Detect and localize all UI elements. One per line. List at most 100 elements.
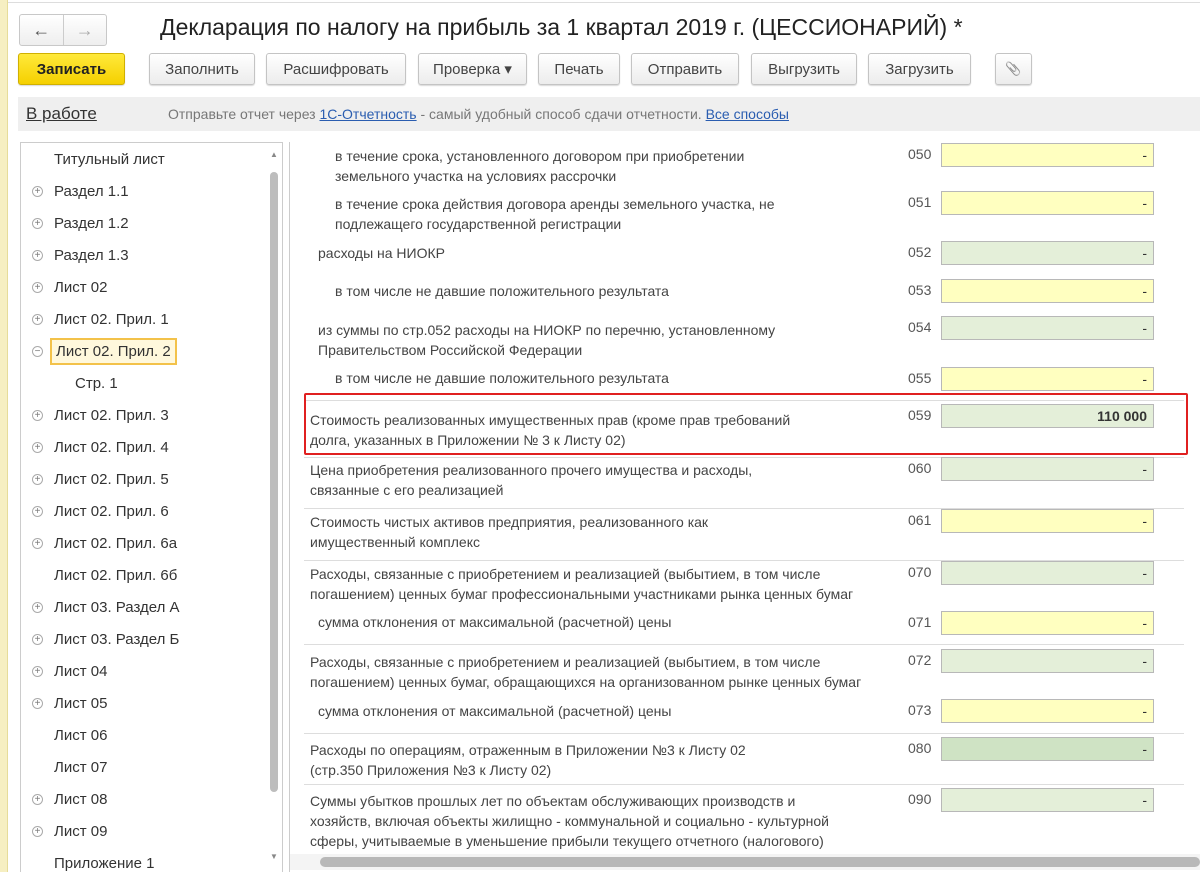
tree-item-label: Лист 04 <box>54 662 108 680</box>
value-field-054[interactable]: - <box>941 316 1154 340</box>
line-code: 052 <box>908 244 932 260</box>
row-label: сумма отклонения от максимальной (расчет… <box>318 703 672 719</box>
save-button[interactable]: Записать <box>18 53 125 85</box>
line-code: 054 <box>908 319 932 335</box>
expand-icon[interactable]: + <box>32 537 43 549</box>
tree-item-label: Раздел 1.3 <box>54 246 129 264</box>
value-field-051[interactable]: - <box>941 191 1154 215</box>
row-label: в течение срока, установленного договоро… <box>335 148 745 184</box>
send-button[interactable]: Отправить <box>631 53 739 85</box>
tree-item-label: Лист 02. Прил. 2 <box>50 337 177 365</box>
line-code: 060 <box>908 460 932 476</box>
value-field-071[interactable]: - <box>941 611 1154 635</box>
value-field-053[interactable]: - <box>941 279 1154 303</box>
line-code: 050 <box>908 146 932 162</box>
window-top-border <box>0 0 1200 3</box>
value-field-090[interactable]: - <box>941 788 1154 812</box>
tree-item-label: Лист 05 <box>54 694 108 712</box>
tree-item-label: Лист 02. Прил. 5 <box>54 470 169 488</box>
status-link[interactable]: В работе <box>26 104 97 124</box>
line-code: 080 <box>908 740 932 756</box>
tree-item-label: Приложение 1 <box>54 854 155 872</box>
tree-scrollbar-thumb[interactable] <box>270 172 278 792</box>
line-code: 051 <box>908 194 932 210</box>
tree-item-label: Раздел 1.1 <box>54 182 129 200</box>
value-field-060[interactable]: - <box>941 457 1154 481</box>
line-code: 070 <box>908 564 932 580</box>
expand-icon[interactable]: + <box>32 409 43 421</box>
expand-icon[interactable]: + <box>32 473 43 485</box>
back-arrow-icon[interactable]: ← <box>20 15 63 45</box>
tree-item-label: Лист 02. Прил. 3 <box>54 406 169 424</box>
row-label: Расходы, связанные с приобретением и реа… <box>310 654 862 690</box>
section-panel-edge <box>0 0 8 872</box>
decode-button[interactable]: Расшифровать <box>266 53 406 85</box>
line-code: 071 <box>908 614 932 630</box>
expand-icon[interactable]: + <box>32 665 43 677</box>
expand-icon[interactable]: + <box>32 697 43 709</box>
tree-item-label: Лист 02. Прил. 4 <box>54 438 169 456</box>
value-field-055[interactable]: - <box>941 367 1154 391</box>
tree-item-label: Лист 02 <box>54 278 108 296</box>
tree-item-label: Лист 07 <box>54 758 108 776</box>
scroll-up-icon[interactable]: ▲ <box>270 150 278 159</box>
tree-item-label: Титульный лист <box>54 150 165 168</box>
check-dropdown-button[interactable]: Проверка ▾ <box>418 53 527 85</box>
sections-tree: Титульный лист + Раздел 1.1 + Раздел 1.2 + Раз… <box>20 142 283 872</box>
tree-item-label: Лист 02. Прил. 6б <box>54 566 178 584</box>
all-methods-link[interactable]: Все способы <box>706 106 789 122</box>
line-code: 055 <box>908 370 932 386</box>
collapse-icon[interactable]: − <box>32 345 43 357</box>
expand-icon[interactable]: + <box>32 185 43 197</box>
tree-item-label: Лист 02. Прил. 6а <box>54 534 178 552</box>
horizontal-scrollbar-thumb[interactable] <box>320 857 1200 867</box>
expand-icon[interactable]: + <box>32 633 43 645</box>
row-label: в том числе не давшие положительного рез… <box>335 370 669 386</box>
value-field-072[interactable]: - <box>941 649 1154 673</box>
line-code: 061 <box>908 512 932 528</box>
value-field-080[interactable]: - <box>941 737 1154 761</box>
import-button[interactable]: Загрузить <box>868 53 971 85</box>
export-button[interactable]: Выгрузить <box>751 53 857 85</box>
line-code: 090 <box>908 791 932 807</box>
paperclip-icon[interactable]: 📎 <box>995 53 1032 85</box>
1c-reporting-link[interactable]: 1С-Отчетность <box>319 106 416 122</box>
info-text: Отправьте отчет через 1С-Отчетность - са… <box>168 106 789 122</box>
print-button[interactable]: Печать <box>538 53 620 85</box>
fill-button[interactable]: Заполнить <box>149 53 255 85</box>
expand-icon[interactable]: + <box>32 505 43 517</box>
tree-item-label: Раздел 1.2 <box>54 214 129 232</box>
tree-item-label: Лист 09 <box>54 822 108 840</box>
expand-icon[interactable]: + <box>32 281 43 293</box>
value-field-073[interactable]: - <box>941 699 1154 723</box>
tree-item-label: Лист 03. Раздел А <box>54 598 180 616</box>
expand-icon[interactable]: + <box>32 793 43 805</box>
expand-icon[interactable]: + <box>32 441 43 453</box>
row-label: в течение срока действия договора аренды… <box>335 196 775 232</box>
page-title: Декларация по налогу на прибыль за 1 ква… <box>160 14 963 40</box>
value-field-070[interactable]: - <box>941 561 1154 585</box>
row-label: сумма отклонения от максимальной (расчет… <box>318 614 672 630</box>
row-divider <box>304 784 1184 785</box>
expand-icon[interactable]: + <box>32 249 43 261</box>
expand-icon[interactable]: + <box>32 217 43 229</box>
expand-icon[interactable]: + <box>32 313 43 325</box>
value-field-061[interactable]: - <box>941 509 1154 533</box>
info-text-part1: Отправьте отчет через <box>168 106 320 122</box>
forward-arrow-icon[interactable]: → <box>62 15 107 45</box>
row-label: расходы на НИОКР <box>318 245 445 261</box>
line-code: 053 <box>908 282 932 298</box>
expand-icon[interactable]: + <box>32 825 43 837</box>
tree-item-label: Стр. 1 <box>75 374 118 392</box>
scroll-down-icon[interactable]: ▼ <box>270 852 278 861</box>
row-label: Стоимость чистых активов предприятия, ре… <box>310 514 709 550</box>
value-field-052[interactable]: - <box>941 241 1154 265</box>
value-field-050[interactable]: - <box>941 143 1154 167</box>
expand-icon[interactable]: + <box>32 601 43 613</box>
row-label: Суммы убытков прошлых лет по объектам об… <box>310 793 829 849</box>
line-code: 072 <box>908 652 932 668</box>
tree-item-label: Лист 02. Прил. 1 <box>54 310 169 328</box>
row-label: из суммы по стр.052 расходы на НИОКР по … <box>318 322 776 358</box>
tree-item-label: Лист 02. Прил. 6 <box>54 502 169 520</box>
tree-item-label: Лист 06 <box>54 726 108 744</box>
